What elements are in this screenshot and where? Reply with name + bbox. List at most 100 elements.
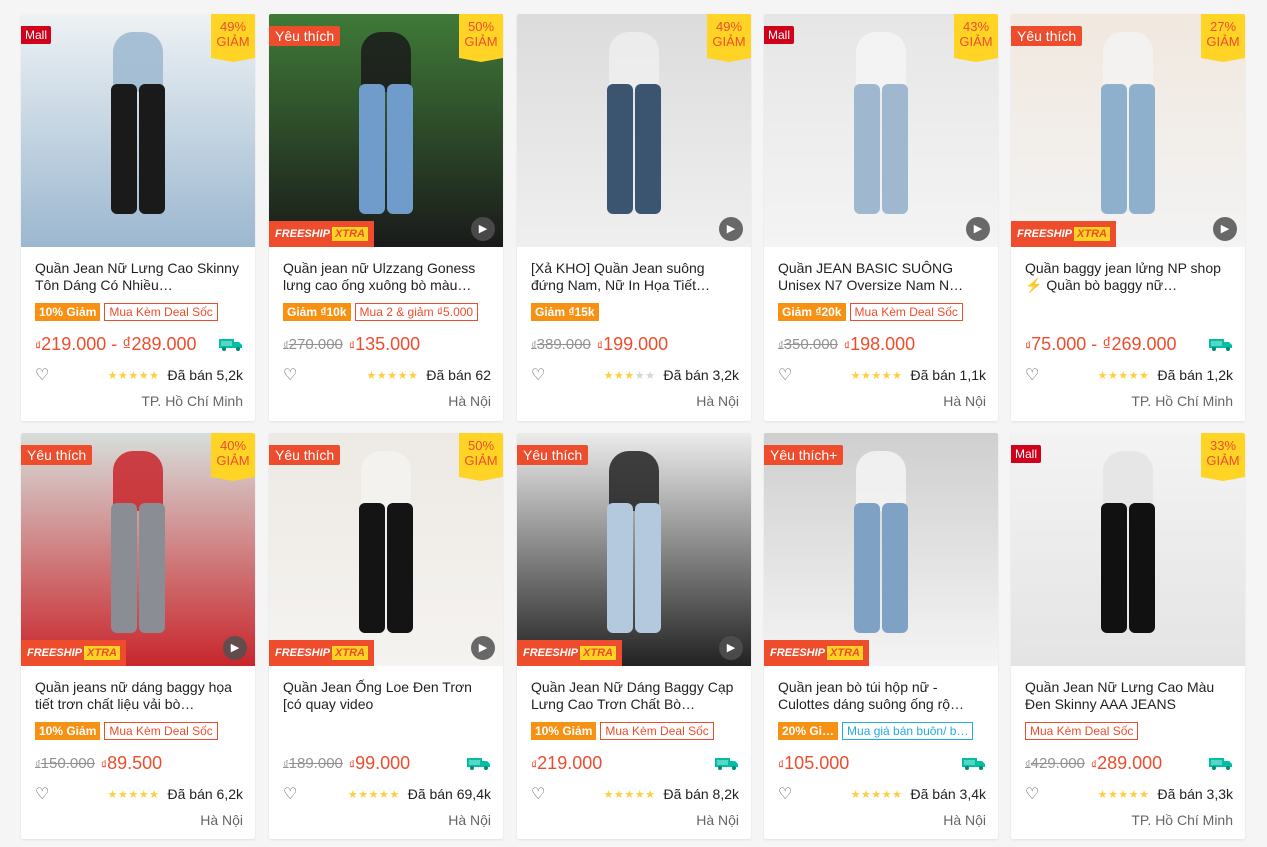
original-price: ₫429.000	[1025, 755, 1085, 772]
product-image[interactable]: 49% GIẢM ▶	[517, 14, 751, 247]
discount-label: GIẢM	[216, 453, 250, 468]
star-icon: ★	[634, 788, 646, 801]
product-card[interactable]: Yêu thích 27% GIẢM FREESHIP XTRA ▶ Quần baggy …	[1011, 14, 1245, 421]
favorite-badge: Yêu thích	[269, 445, 341, 465]
price-row: ₫150.000 ₫89.500	[35, 752, 243, 774]
product-card[interactable]: Yêu thích 50% GIẢM FREESHIP XTRA ▶ Quần Jean Ố…	[269, 433, 503, 839]
current-price: ₫89.500	[101, 753, 162, 774]
star-icon: ★	[128, 788, 139, 801]
current-price-value: 135.000	[355, 333, 421, 354]
product-name[interactable]: Quần Jean Nữ Lưng Cao Màu Đen Skinny AAA…	[1025, 679, 1233, 713]
discount-label: GIẢM	[1206, 34, 1240, 49]
discount-label: GIẢM	[959, 34, 993, 49]
product-name[interactable]: Quần Jean Nữ Dáng Baggy Cạp Lưng Cao Trơ…	[531, 679, 739, 713]
price-row: ₫350.000 ₫198.000	[778, 333, 986, 355]
product-name[interactable]: Quần Jean Ống Loe Đen Trơn [có quay vide…	[283, 679, 491, 713]
heart-outline-icon[interactable]: ♡	[531, 784, 549, 804]
star-icon: ★	[871, 788, 882, 801]
product-name[interactable]: Quần JEAN BASIC SUÔNG Unisex N7 Oversize…	[778, 260, 986, 294]
deal-tag: Mua Kèm Deal Sốc	[104, 303, 218, 321]
product-card[interactable]: Mall 43% GIẢM ▶ Quần JEAN BASIC SUÔNG Unisex…	[764, 14, 998, 421]
product-image[interactable]: Mall 49% GIẢM	[21, 14, 255, 247]
play-video-icon[interactable]: ▶	[1213, 217, 1237, 241]
jeans-leg-left	[1101, 503, 1127, 633]
play-video-icon[interactable]: ▶	[471, 636, 495, 660]
product-image[interactable]: Yêu thích+ FREESHIP XTRA	[764, 433, 998, 666]
free-shipping-truck-icon	[1209, 756, 1233, 770]
play-video-icon[interactable]: ▶	[223, 636, 247, 660]
rating-sold-row: ♡ ★★★★★ Đã bán 6,2k	[35, 785, 243, 803]
discount-badge: 49% GIẢM	[707, 14, 751, 62]
product-image[interactable]: Yêu thích 27% GIẢM FREESHIP XTRA ▶	[1011, 14, 1245, 247]
jeans-leg-left	[111, 503, 137, 633]
product-card[interactable]: Mall 33% GIẢM Quần Jean Nữ Lưng Cao Màu Đen…	[1011, 433, 1245, 839]
heart-outline-icon[interactable]: ♡	[1025, 784, 1043, 804]
current-price-value: 198.000	[850, 333, 916, 354]
shop-location: Hà Nội	[696, 393, 739, 409]
play-video-icon[interactable]: ▶	[966, 217, 990, 241]
heart-outline-icon[interactable]: ♡	[1025, 365, 1043, 385]
favorite-badge: Yêu thích	[1011, 26, 1083, 46]
product-card[interactable]: 49% GIẢM ▶ [Xả KHO] Quần Jean suông đứng Na…	[517, 14, 751, 421]
rating-sold-row: ♡ ★★★★★ Đã bán 5,2k	[35, 366, 243, 384]
shop-location: Hà Nội	[943, 393, 986, 409]
product-image[interactable]: Mall 43% GIẢM ▶	[764, 14, 998, 247]
model-torso	[361, 32, 411, 92]
product-image[interactable]: Yêu thích 50% GIẢM FREESHIP XTRA ▶	[269, 14, 503, 247]
rating-sold-row: ♡ ★★★★★ Đã bán 69,4k	[283, 785, 491, 803]
product-name[interactable]: Quần baggy jean lửng NP shop ⚡ Quần bò b…	[1025, 260, 1233, 294]
deal-tag: Mua 2 & giảm ₫5.000	[354, 303, 479, 321]
price-row: ₫105.000	[778, 752, 986, 774]
freeship-xtra-banner: FREESHIP XTRA	[269, 221, 374, 247]
product-name[interactable]: Quần Jean Nữ Lưng Cao Skinny Tôn Dáng Có…	[35, 260, 243, 294]
current-price-value: 219.000 - ₫289.000	[41, 333, 197, 354]
free-shipping-truck-icon	[467, 756, 491, 770]
promo-tags: Giảm ₫15k	[531, 303, 739, 323]
heart-outline-icon[interactable]: ♡	[35, 784, 53, 804]
product-name[interactable]: [Xả KHO] Quần Jean suông đứng Nam, Nữ In…	[531, 260, 739, 294]
product-card[interactable]: Yêu thích 50% GIẢM FREESHIP XTRA ▶ Quần jean n…	[269, 14, 503, 421]
model-torso	[609, 32, 659, 92]
discount-percent: 49%	[219, 19, 247, 34]
play-video-icon[interactable]: ▶	[471, 217, 495, 241]
shop-location: TP. Hồ Chí Minh	[141, 393, 243, 409]
star-icon: ★	[1097, 788, 1108, 801]
heart-outline-icon[interactable]: ♡	[531, 365, 549, 385]
rating-stars: ★★★★★	[604, 369, 656, 382]
original-price-value: 150.000	[40, 754, 95, 772]
star-icon: ★	[138, 788, 150, 801]
product-card[interactable]: Yêu thích 40% GIẢM FREESHIP XTRA ▶ Quần jeans …	[21, 433, 255, 839]
product-name[interactable]: Quần jean nữ Ulzzang Goness lưng cao ống…	[283, 260, 491, 294]
current-price: ₫289.000	[1091, 753, 1162, 774]
original-price: ₫189.000	[283, 755, 343, 772]
product-card[interactable]: Yêu thích+ FREESHIP XTRA Quần jean bò túi h…	[764, 433, 998, 839]
discount-label: GIẢM	[712, 34, 746, 49]
play-video-icon[interactable]: ▶	[719, 217, 743, 241]
promo-tags: Giảm ₫20k Mua Kèm Deal Sốc	[778, 303, 986, 323]
product-card[interactable]: Yêu thích FREESHIP XTRA ▶ Quần Jean Nữ Dáng …	[517, 433, 751, 839]
current-price-value: 75.000 - ₫269.000	[1031, 333, 1177, 354]
model-torso	[113, 32, 163, 92]
product-image[interactable]: Yêu thích FREESHIP XTRA ▶	[517, 433, 751, 666]
model-torso	[361, 451, 411, 511]
product-card[interactable]: Mall 49% GIẢM Quần Jean Nữ Lưng Cao Skinny …	[21, 14, 255, 421]
product-name[interactable]: Quần jeans nữ dáng baggy họa tiết trơn c…	[35, 679, 243, 713]
play-video-icon[interactable]: ▶	[719, 636, 743, 660]
product-image[interactable]: Mall 33% GIẢM	[1011, 433, 1245, 666]
star-icon: ★	[1128, 369, 1140, 382]
star-icon: ★	[892, 788, 903, 801]
original-price-value: 389.000	[536, 335, 591, 353]
product-image[interactable]: Yêu thích 50% GIẢM FREESHIP XTRA ▶	[269, 433, 503, 666]
current-price-value: 89.500	[107, 752, 163, 773]
heart-outline-icon[interactable]: ♡	[283, 784, 301, 804]
product-image[interactable]: Yêu thích 40% GIẢM FREESHIP XTRA ▶	[21, 433, 255, 666]
heart-outline-icon[interactable]: ♡	[778, 365, 796, 385]
wholesale-tag: Mua giá bán buôn/ b…	[842, 722, 974, 740]
heart-outline-icon[interactable]: ♡	[283, 365, 301, 385]
shop-location: Hà Nội	[448, 393, 491, 409]
heart-outline-icon[interactable]: ♡	[778, 784, 796, 804]
product-name[interactable]: Quần jean bò túi hộp nữ - Culottes dáng …	[778, 679, 986, 713]
heart-outline-icon[interactable]: ♡	[35, 365, 53, 385]
jeans-leg-right	[387, 84, 413, 214]
mall-badge: Mall	[1011, 445, 1042, 463]
